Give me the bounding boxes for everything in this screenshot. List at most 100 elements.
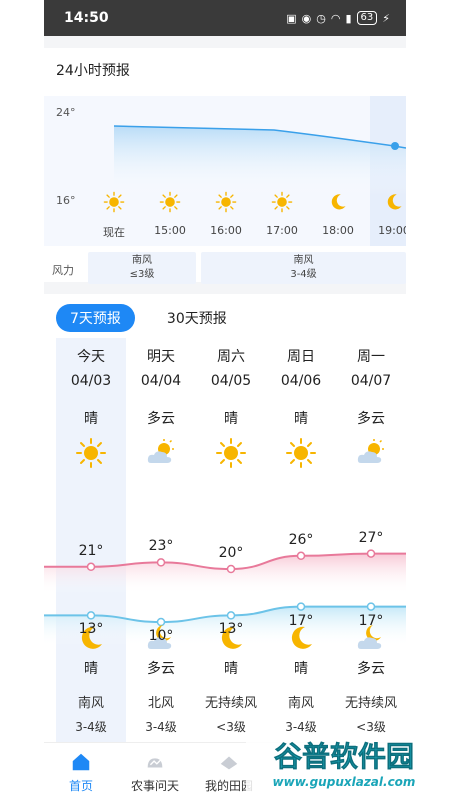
low-temp-label: 17° xyxy=(288,612,314,629)
sun-icon xyxy=(75,437,107,469)
wifi-icon: ◠ xyxy=(330,11,341,25)
night-condition: 多云 xyxy=(357,661,385,677)
wind-level: ≤3级 xyxy=(129,269,155,280)
sun-icon xyxy=(215,437,247,469)
day-date: 04/06 xyxy=(280,373,322,389)
low-temp-point xyxy=(86,611,96,620)
night-condition: 晴 xyxy=(224,661,238,677)
hour-label: 17:00 xyxy=(266,224,298,237)
hourly-title: 24小时预报 xyxy=(56,63,130,79)
nav-farm-weather[interactable]: 农事问天 xyxy=(118,743,192,800)
status-icons: ▣ ◉ ◷ ◠ ▮ 63 ⚡ xyxy=(286,11,390,25)
signal-icon: ▮ xyxy=(345,11,352,25)
watermark-logo: 谷普软件园 www.gupuxlazal.com xyxy=(246,736,442,792)
wind-direction: 无持续风 xyxy=(344,696,397,711)
day-condition: 晴 xyxy=(84,411,98,427)
day-date: 04/04 xyxy=(140,373,182,389)
sun-icon xyxy=(285,437,317,469)
day-name: 周六 xyxy=(217,349,245,365)
night-condition: 多云 xyxy=(147,661,175,677)
watermark-url: www.gupuxlazal.com xyxy=(273,775,416,789)
wind-level: <3级 xyxy=(216,720,246,734)
partly-cloudy-icon xyxy=(355,437,387,469)
nav-label: 农事问天 xyxy=(130,779,179,793)
hourly-temp-area xyxy=(114,126,406,196)
wind-row-label: 风力 xyxy=(52,264,74,277)
high-temp-label: 27° xyxy=(358,529,384,546)
wind-cell-2: 南风 3-4级 xyxy=(201,252,406,284)
y-axis-max: 24° xyxy=(56,106,76,119)
sun-icon xyxy=(103,191,125,213)
high-temp-label: 20° xyxy=(218,545,244,561)
low-temp-label: 13° xyxy=(78,621,104,638)
high-temp-label: 23° xyxy=(148,538,174,555)
low-temp-label: 17° xyxy=(358,612,384,629)
night-condition: 晴 xyxy=(294,661,308,677)
wind-level: 3-4级 xyxy=(75,720,107,734)
high-temp-point xyxy=(156,558,166,567)
alarm-icon: ◷ xyxy=(316,11,326,25)
day-condition: 多云 xyxy=(147,411,175,427)
sun-icon xyxy=(215,191,237,213)
low-temp-label: 10° xyxy=(148,628,174,644)
wind-level: 3-4级 xyxy=(290,269,317,280)
watermark-brand: 谷普软件园 xyxy=(274,740,414,773)
hour-label: 18:00 xyxy=(322,224,354,237)
status-bar: 14:50 ▣ ◉ ◷ ◠ ▮ 63 ⚡ xyxy=(44,0,406,36)
status-time: 14:50 xyxy=(64,10,109,26)
day-condition: 多云 xyxy=(357,411,385,427)
wind-direction: 南风 xyxy=(287,696,314,711)
home-icon xyxy=(72,753,90,771)
wind-dir: 南风 xyxy=(293,255,314,266)
high-temp-point xyxy=(226,564,236,574)
day-date: 04/05 xyxy=(210,373,252,389)
wind-level: 3-4级 xyxy=(145,720,177,734)
nav-label: 首页 xyxy=(68,779,93,793)
battery-icon: 63 xyxy=(356,11,378,25)
location-icon: ◉ xyxy=(301,11,312,25)
hourly-forecast-card: 24小时预报 24° 16° 现在 15:00 16:00 17:00 18:00 19:… xyxy=(44,48,406,284)
wind-direction: 无持续风 xyxy=(204,696,257,711)
day-condition: 晴 xyxy=(294,411,308,427)
wind-level: 3-4级 xyxy=(285,720,317,734)
day-name: 明天 xyxy=(147,349,175,365)
nav-home[interactable]: 首页 xyxy=(44,743,118,800)
high-temp-point xyxy=(296,551,306,561)
partly-cloudy-icon xyxy=(145,437,177,469)
moon-icon xyxy=(327,191,349,213)
day-date: 04/03 xyxy=(70,373,112,389)
wind-dir: 南风 xyxy=(132,255,152,266)
low-temp-label: 13° xyxy=(218,621,244,638)
wind-level: <3级 xyxy=(356,720,386,734)
hourly-temp-point xyxy=(391,142,399,150)
y-axis-min: 16° xyxy=(56,194,76,207)
day-date: 04/07 xyxy=(350,373,392,389)
wind-cell-1: 南风 ≤3级 xyxy=(88,252,196,284)
day-condition: 晴 xyxy=(224,411,238,427)
hour-label: 现在 xyxy=(103,226,125,239)
day-name: 周一 xyxy=(357,349,385,365)
day-name: 周日 xyxy=(287,349,315,365)
sun-icon xyxy=(159,191,181,213)
nfc-icon: ▣ xyxy=(286,11,297,25)
weekly-forecast-card: 7天预报 30天预报 今天04/03晴晴南风3-4级明天04/04多 xyxy=(44,294,406,742)
low-temp-point xyxy=(366,602,376,611)
high-temp-point xyxy=(86,562,96,572)
day-name: 今天 xyxy=(77,349,105,365)
wind-direction: 南风 xyxy=(77,696,104,711)
weather-icon xyxy=(147,758,163,768)
hour-label: 16:00 xyxy=(210,224,242,237)
high-temp-label: 21° xyxy=(78,542,104,559)
high-temp-point xyxy=(366,549,376,558)
hour-label: 19:00 xyxy=(378,224,406,237)
night-condition: 晴 xyxy=(84,661,98,677)
charging-icon: ⚡ xyxy=(382,11,390,25)
sun-icon xyxy=(271,191,293,213)
field-icon xyxy=(220,756,238,770)
low-temp-point xyxy=(226,611,236,620)
moon-icon xyxy=(383,191,405,213)
low-temp-point xyxy=(296,602,306,611)
high-temp-label: 26° xyxy=(288,531,314,548)
hour-label: 15:00 xyxy=(154,224,186,237)
wind-direction: 北风 xyxy=(147,696,174,711)
